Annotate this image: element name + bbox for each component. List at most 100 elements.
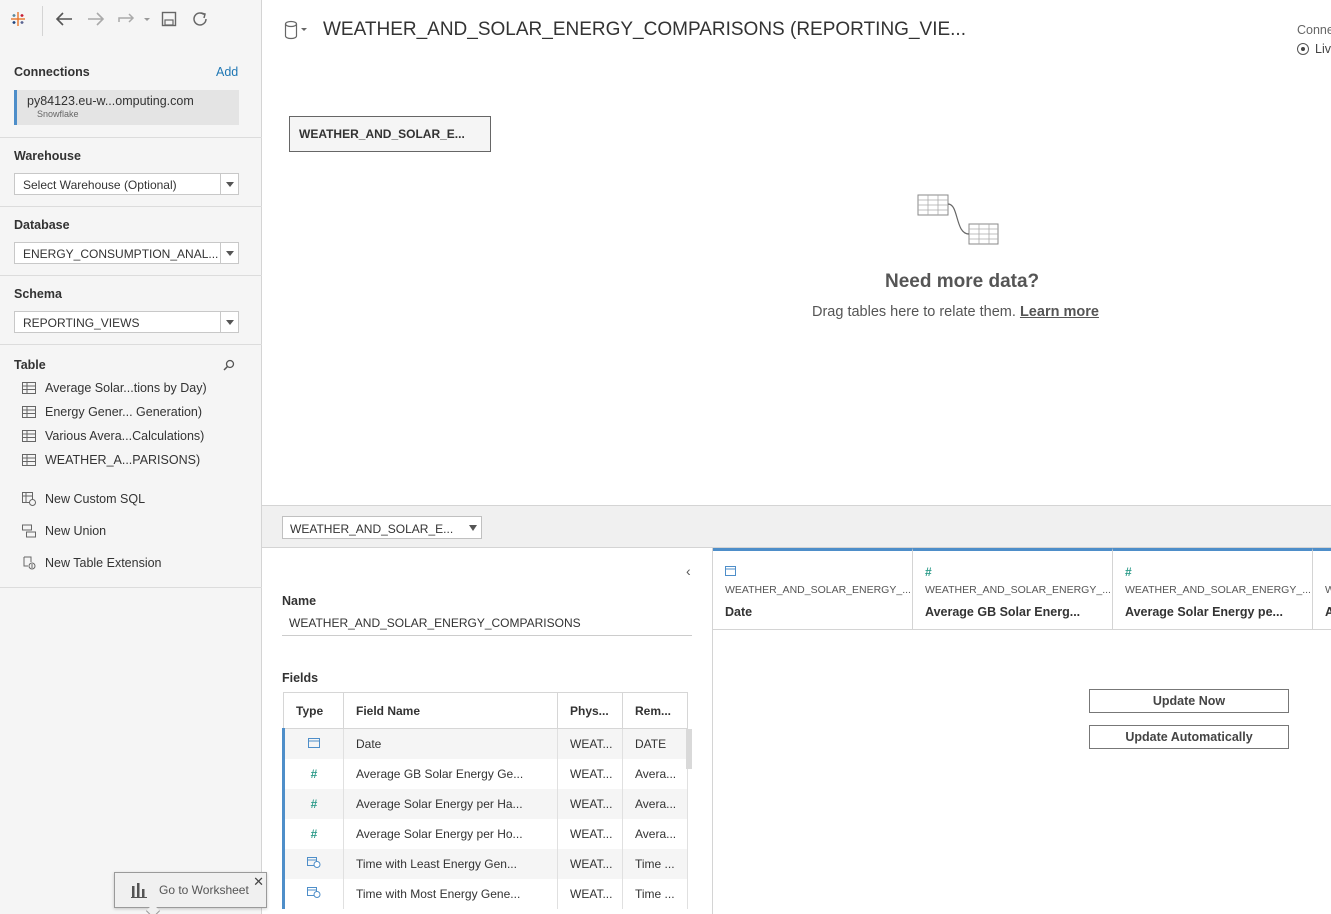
forward-arrow-icon[interactable] [86, 9, 106, 29]
fields-scrollbar[interactable] [686, 729, 692, 769]
learn-more-link[interactable]: Learn more [1020, 304, 1099, 320]
close-icon[interactable]: ✕ [253, 874, 264, 890]
chevron-down-icon[interactable] [220, 174, 238, 194]
number-type-icon[interactable]: # [282, 758, 344, 789]
canvas-table-box[interactable]: WEATHER_AND_SOLAR_E... [289, 116, 491, 152]
table-row[interactable]: Date WEAT... DATE [282, 728, 688, 759]
column-header-physical-table[interactable]: Phys... [557, 692, 623, 729]
schema-select[interactable]: REPORTING_VIEWS [14, 311, 239, 333]
live-radio[interactable]: Liv [1297, 42, 1331, 56]
search-icon[interactable] [222, 358, 236, 372]
type-icon[interactable] [1325, 565, 1331, 579]
date-type-icon[interactable] [282, 728, 344, 759]
update-now-button[interactable]: Update Now [1089, 689, 1289, 713]
connection-item[interactable]: py84123.eu-w...omputing.com Snowflake [14, 90, 239, 125]
update-automatically-button[interactable]: Update Automatically [1089, 725, 1289, 749]
table-row[interactable]: # Average GB Solar Energy Ge... WEAT... … [282, 758, 688, 789]
table-row[interactable]: # Average Solar Energy per Ho... WEAT...… [282, 818, 688, 849]
date-type-icon[interactable] [725, 565, 912, 579]
field-name-cell[interactable]: Average Solar Energy per Ho... [343, 818, 558, 849]
toolbar [0, 0, 262, 40]
table-item[interactable]: Average Solar...tions by Day) [22, 378, 207, 398]
action-label: New Table Extension [45, 556, 162, 570]
number-type-icon[interactable]: # [282, 818, 344, 849]
warehouse-select[interactable]: Select Warehouse (Optional) [14, 173, 239, 195]
bar-chart-icon [131, 883, 147, 898]
chevron-down-icon[interactable] [220, 312, 238, 332]
new-custom-sql-item[interactable]: New Custom SQL [22, 489, 145, 509]
table-name-field[interactable]: WEATHER_AND_SOLAR_ENERGY_COMPARISONS [282, 613, 692, 636]
tableau-logo-icon[interactable] [8, 9, 28, 29]
datasource-dropdown-icon[interactable] [284, 20, 310, 40]
custom-sql-icon [22, 492, 36, 506]
remote-field-cell: Avera... [622, 758, 688, 789]
remote-field-cell: DATE [622, 728, 688, 759]
go-to-worksheet-button[interactable]: Go to Worksheet ✕ [114, 872, 267, 908]
table-extension-icon [22, 556, 36, 570]
back-arrow-icon[interactable] [54, 9, 74, 29]
save-icon[interactable] [159, 9, 179, 29]
datetime-type-icon[interactable] [282, 878, 344, 909]
physical-table-cell: WEAT... [557, 878, 623, 909]
table-row[interactable]: # Average Solar Energy per Ha... WEAT...… [282, 788, 688, 819]
number-type-icon[interactable]: # [282, 788, 344, 819]
table-icon [22, 454, 36, 466]
table-item[interactable]: Various Avera...Calculations) [22, 426, 204, 446]
datetime-type-icon[interactable] [282, 848, 344, 879]
chevron-down-icon[interactable] [469, 525, 477, 531]
number-type-icon[interactable]: # [925, 565, 1112, 579]
divider [0, 275, 262, 276]
field-name-cell[interactable]: Average GB Solar Energy Ge... [343, 758, 558, 789]
schema-title: Schema [14, 287, 62, 301]
database-select-value: ENERGY_CONSUMPTION_ANAL... [23, 247, 219, 261]
grid-column-header[interactable]: # WEATHER_AND_SOLAR_ENERGY_... Average S… [1113, 548, 1313, 630]
table-icon [22, 430, 36, 442]
table-row[interactable]: Time with Most Energy Gene... WEAT... Ti… [282, 878, 688, 909]
new-table-extension-item[interactable]: New Table Extension [22, 553, 162, 573]
field-name-cell[interactable]: Time with Least Energy Gen... [343, 848, 558, 879]
fields-table: Type Field Name Phys... Rem... Date WEAT… [282, 692, 688, 909]
redo-dropdown-icon[interactable] [116, 9, 152, 29]
table-title: Table [14, 358, 46, 372]
grid-column-header[interactable]: W A [1313, 548, 1331, 630]
table-item[interactable]: Energy Gener... Generation) [22, 402, 202, 422]
divider [0, 587, 262, 588]
field-name-cell[interactable]: Average Solar Energy per Ha... [343, 788, 558, 819]
physical-table-cell: WEAT... [557, 728, 623, 759]
grid-column-source: WEATHER_AND_SOLAR_ENERGY_... [1125, 584, 1311, 596]
grid-column-source: W [1325, 584, 1331, 596]
column-header-remote-field[interactable]: Rem... [622, 692, 688, 729]
chevron-down-icon[interactable] [220, 243, 238, 263]
connection-host: py84123.eu-w...omputing.com [27, 94, 194, 108]
column-header-type[interactable]: Type [283, 692, 344, 729]
column-header-field-name[interactable]: Field Name [343, 692, 558, 729]
table-select[interactable]: WEATHER_AND_SOLAR_E... [282, 516, 482, 539]
connection-mode-label: Conne [1297, 23, 1331, 37]
number-type-icon[interactable]: # [1125, 565, 1312, 579]
datasource-title[interactable]: WEATHER_AND_SOLAR_ENERGY_COMPARISONS (RE… [323, 19, 966, 41]
collapse-chevron-left-icon[interactable]: ‹ [686, 563, 691, 579]
field-name-cell[interactable]: Date [343, 728, 558, 759]
radio-selected-icon[interactable] [1297, 43, 1309, 55]
table-row[interactable]: Time with Least Energy Gen... WEAT... Ti… [282, 848, 688, 879]
connections-title: Connections [14, 65, 90, 79]
database-select[interactable]: ENERGY_CONSUMPTION_ANAL... [14, 242, 239, 264]
physical-table-cell: WEAT... [557, 758, 623, 789]
fields-header-row: Type Field Name Phys... Rem... [283, 692, 688, 729]
grid-column-header[interactable]: # WEATHER_AND_SOLAR_ENERGY_... Average G… [913, 548, 1113, 630]
remote-field-cell: Time ... [622, 848, 688, 879]
refresh-icon[interactable] [190, 9, 210, 29]
new-union-item[interactable]: New Union [22, 521, 106, 541]
divider [0, 344, 262, 345]
action-label: New Custom SQL [45, 492, 146, 506]
table-icon [22, 406, 36, 418]
divider [0, 137, 262, 138]
divider [0, 206, 262, 207]
physical-table-cell: WEAT... [557, 818, 623, 849]
grid-column-header[interactable]: WEATHER_AND_SOLAR_ENERGY_... Date [713, 548, 913, 630]
connection-type: Snowflake [37, 109, 79, 119]
table-item[interactable]: WEATHER_A...PARISONS) [22, 450, 200, 470]
physical-table-cell: WEAT... [557, 788, 623, 819]
add-connection-link[interactable]: Add [216, 65, 238, 79]
field-name-cell[interactable]: Time with Most Energy Gene... [343, 878, 558, 909]
